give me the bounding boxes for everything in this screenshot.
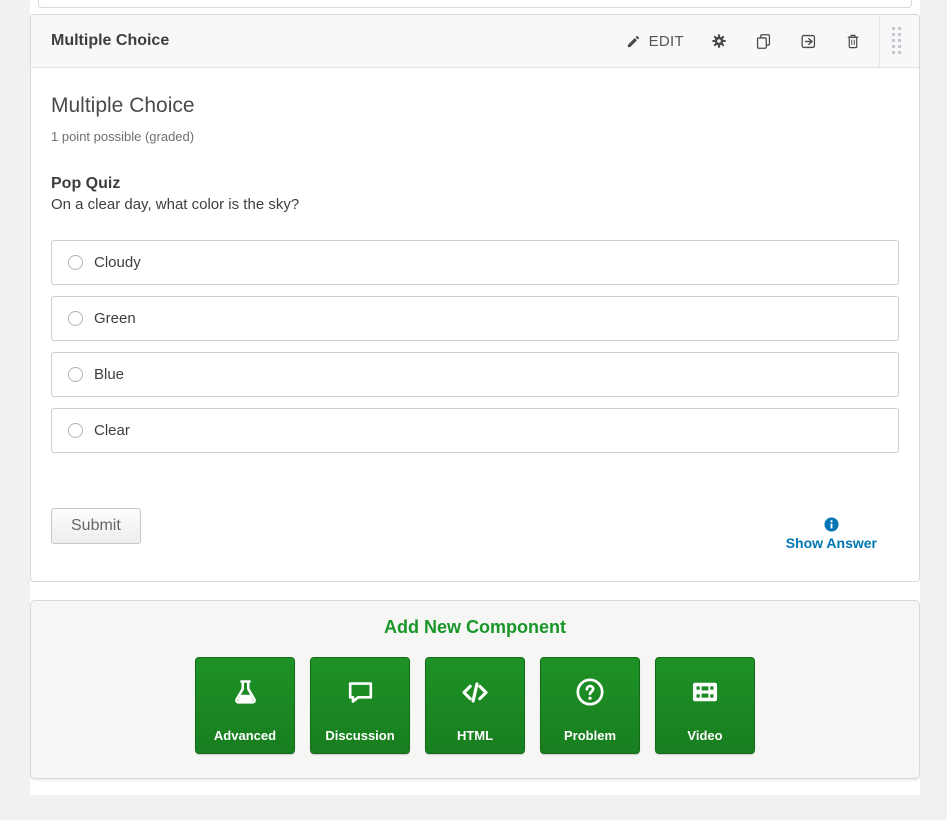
add-component-button-label: HTML (457, 728, 493, 743)
content-column: Multiple Choice EDIT (30, 0, 920, 795)
add-new-component-panel: Add New Component Advanced Discussion HT… (30, 600, 920, 779)
choice-option[interactable]: Clear (51, 408, 899, 453)
choice-label: Clear (94, 422, 130, 439)
component-header: Multiple Choice EDIT (31, 15, 919, 68)
trash-icon (844, 32, 862, 50)
show-answer-link[interactable]: Show Answer (786, 517, 877, 551)
settings-button[interactable] (697, 15, 741, 67)
choice-label: Green (94, 310, 136, 327)
radio-button-icon[interactable] (68, 311, 83, 326)
choice-option[interactable]: Cloudy (51, 240, 899, 285)
drag-handle[interactable] (879, 15, 911, 67)
question-circle-icon (572, 674, 608, 710)
film-strip-icon (687, 674, 723, 710)
add-component-button-label: Problem (564, 728, 616, 743)
pencil-icon (626, 34, 641, 49)
choice-label: Blue (94, 366, 124, 383)
move-icon (799, 32, 818, 51)
code-icon (457, 674, 493, 710)
problem-preview: Multiple Choice 1 point possible (graded… (31, 68, 919, 581)
flask-icon (227, 674, 263, 710)
add-component-button-label: Video (687, 728, 722, 743)
radio-button-icon[interactable] (68, 255, 83, 270)
component-type-buttons: Advanced Discussion HTML Problem Video (31, 657, 919, 754)
choice-option[interactable]: Blue (51, 352, 899, 397)
points-possible-text: 1 point possible (graded) (51, 129, 899, 144)
add-component-button-discussion[interactable]: Discussion (310, 657, 410, 754)
previous-component-card-edge (38, 0, 912, 8)
edit-button-label: EDIT (649, 33, 684, 50)
add-component-button-label: Advanced (214, 728, 276, 743)
move-button[interactable] (786, 15, 831, 67)
choice-option[interactable]: Green (51, 296, 899, 341)
add-new-component-title: Add New Component (31, 617, 919, 638)
choice-label: Cloudy (94, 254, 141, 271)
question-text: On a clear day, what color is the sky? (51, 196, 899, 213)
problem-title: Multiple Choice (51, 94, 899, 118)
add-component-button-video[interactable]: Video (655, 657, 755, 754)
component-header-actions: EDIT (613, 15, 911, 67)
radio-button-icon[interactable] (68, 423, 83, 438)
radio-button-icon[interactable] (68, 367, 83, 382)
speech-bubble-icon (342, 674, 378, 710)
problem-actions-row: Submit Show Answer (51, 508, 899, 551)
add-component-button-problem[interactable]: Problem (540, 657, 640, 754)
submit-button[interactable]: Submit (51, 508, 141, 544)
info-icon (824, 517, 839, 532)
gear-icon (710, 32, 728, 50)
choices-list: Cloudy Green Blue Clear (51, 240, 899, 453)
edit-button[interactable]: EDIT (613, 15, 697, 67)
drag-dots-icon (892, 27, 901, 55)
add-component-button-html[interactable]: HTML (425, 657, 525, 754)
add-component-button-advanced[interactable]: Advanced (195, 657, 295, 754)
component-title: Multiple Choice (51, 32, 169, 50)
duplicate-icon (754, 32, 773, 51)
multiple-choice-component-card: Multiple Choice EDIT (30, 14, 920, 582)
duplicate-button[interactable] (741, 15, 786, 67)
show-answer-label: Show Answer (786, 535, 877, 551)
add-component-button-label: Discussion (325, 728, 394, 743)
question-title: Pop Quiz (51, 175, 899, 193)
delete-button[interactable] (831, 15, 875, 67)
